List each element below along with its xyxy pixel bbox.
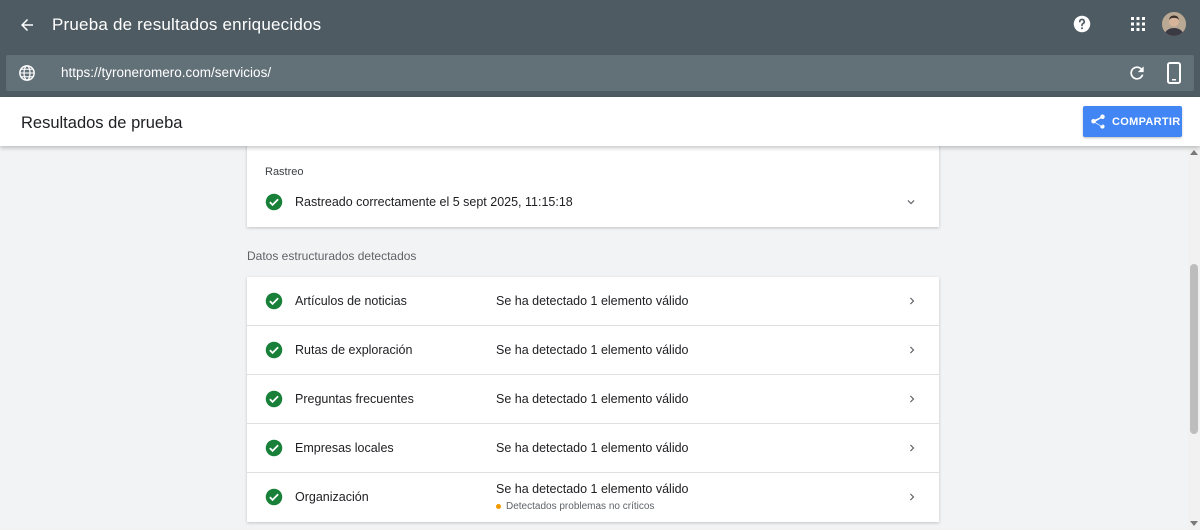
item-name: Empresas locales bbox=[295, 441, 394, 455]
check-circle-icon bbox=[265, 341, 283, 359]
chevron-right-icon bbox=[910, 493, 915, 501]
share-label: COMPARTIR bbox=[1112, 115, 1181, 128]
avatar[interactable] bbox=[1162, 12, 1186, 36]
check-circle-icon bbox=[265, 193, 283, 211]
item-name: Rutas de exploración bbox=[295, 343, 413, 357]
warning-text: Detectados problemas no críticos bbox=[506, 501, 655, 512]
app-title: Prueba de resultados enriquecidos bbox=[52, 15, 322, 34]
list-item[interactable]: Preguntas frecuentes Se ha detectado 1 e… bbox=[247, 375, 939, 424]
item-status: Se ha detectado 1 elemento válido bbox=[496, 343, 689, 357]
item-status: Se ha detectado 1 elemento válido bbox=[496, 482, 689, 496]
check-circle-icon bbox=[265, 292, 283, 310]
scrollbar[interactable] bbox=[1188, 146, 1200, 530]
reload-icon[interactable] bbox=[1127, 63, 1147, 83]
title-row: Prueba de resultados enriquecidos bbox=[0, 0, 1200, 48]
globe-icon bbox=[18, 64, 36, 82]
arrow-back-icon[interactable] bbox=[14, 12, 40, 38]
list-item[interactable]: Empresas locales Se ha detectado 1 eleme… bbox=[247, 424, 939, 473]
share-icon bbox=[1091, 114, 1105, 129]
apps-grid-icon[interactable] bbox=[1128, 14, 1148, 34]
structured-data-list: Artículos de noticias Se ha detectado 1 … bbox=[247, 277, 939, 522]
list-item[interactable]: Artículos de noticias Se ha detectado 1 … bbox=[247, 277, 939, 326]
scrollbar-thumb[interactable] bbox=[1190, 264, 1198, 434]
help-icon[interactable] bbox=[1071, 13, 1093, 35]
crawl-status-text: Rastreado correctamente el 5 sept 2025, … bbox=[295, 195, 573, 209]
url-bar: https://tyroneromero.com/servicios/ bbox=[6, 55, 1194, 91]
page-title: Resultados de prueba bbox=[21, 114, 183, 132]
url-text[interactable]: https://tyroneromero.com/servicios/ bbox=[61, 65, 271, 80]
smartphone-icon[interactable] bbox=[1165, 62, 1183, 84]
crawl-status-row[interactable]: Rastreado correctamente el 5 sept 2025, … bbox=[247, 181, 939, 223]
chevron-right-icon bbox=[910, 395, 915, 403]
non-critical-warning: Detectados problemas no críticos bbox=[496, 501, 654, 512]
chevron-right-icon bbox=[910, 297, 915, 305]
list-item[interactable]: Organización Se ha detectado 1 elemento … bbox=[247, 473, 939, 522]
check-circle-icon bbox=[265, 488, 283, 506]
scroll-down-arrow-icon[interactable] bbox=[1190, 521, 1198, 526]
scroll-up-arrow-icon[interactable] bbox=[1190, 150, 1198, 155]
structured-data-heading: Datos estructurados detectados bbox=[247, 249, 417, 263]
chevron-right-icon bbox=[910, 346, 915, 354]
results-content: Rastreo Rastreado correctamente el 5 sep… bbox=[0, 146, 1188, 530]
check-circle-icon bbox=[265, 390, 283, 408]
warning-dot-icon bbox=[496, 504, 501, 509]
chevron-down-icon[interactable] bbox=[904, 195, 918, 209]
results-header: Resultados de prueba COMPARTIR bbox=[0, 97, 1200, 146]
check-circle-icon bbox=[265, 439, 283, 457]
crawl-card: Rastreo Rastreado correctamente el 5 sep… bbox=[247, 146, 939, 227]
item-status: Se ha detectado 1 elemento válido bbox=[496, 392, 689, 406]
item-name: Preguntas frecuentes bbox=[295, 392, 414, 406]
list-item[interactable]: Rutas de exploración Se ha detectado 1 e… bbox=[247, 326, 939, 375]
app-header: Prueba de resultados enriquecidos https:… bbox=[0, 0, 1200, 97]
item-status: Se ha detectado 1 elemento válido bbox=[496, 441, 689, 455]
item-name: Artículos de noticias bbox=[295, 294, 407, 308]
item-status: Se ha detectado 1 elemento válido bbox=[496, 294, 689, 308]
crawl-label: Rastreo bbox=[265, 166, 304, 178]
share-button[interactable]: COMPARTIR bbox=[1083, 106, 1182, 137]
item-name: Organización bbox=[295, 490, 369, 504]
chevron-right-icon bbox=[910, 444, 915, 452]
